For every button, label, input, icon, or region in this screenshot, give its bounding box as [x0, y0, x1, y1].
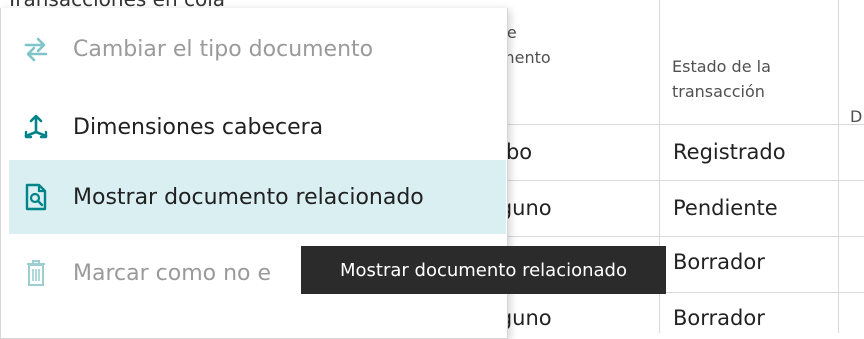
trash-icon [21, 258, 51, 288]
related-document-icon [21, 182, 51, 212]
table-row-1-estado[interactable]: Registrado [673, 140, 786, 164]
row-separator [492, 180, 864, 181]
column-separator [838, 0, 839, 333]
row-separator [492, 236, 864, 237]
menu-item-label: Dimensiones cabecera [73, 114, 324, 140]
menu-item-label: Cambiar el tipo documento [73, 36, 374, 62]
table-row-2-estado[interactable]: Pendiente [673, 196, 778, 220]
menu-item-mostrar-documento-relacionado[interactable]: Mostrar documento relacionado [9, 160, 506, 234]
menu-item-label: Marcar como no e [73, 260, 272, 286]
menu-item-label: Mostrar documento relacionado [73, 184, 424, 210]
row-separator [492, 124, 864, 125]
tooltip: Mostrar documento relacionado [301, 246, 666, 294]
dimensions-icon [21, 112, 51, 142]
table-row-4-estado[interactable]: Borrador [673, 306, 765, 330]
estado-transaccion-header[interactable]: Estado de la transacción [672, 54, 771, 104]
menu-item-dimensiones-cabecera[interactable]: Dimensiones cabecera [9, 90, 506, 164]
table-row-3-estado[interactable]: Borrador [673, 250, 765, 274]
next-column-header[interactable]: D [850, 104, 862, 129]
swap-arrows-icon [21, 34, 51, 64]
menu-item-cambiar-tipo-documento[interactable]: Cambiar el tipo documento [9, 12, 506, 86]
